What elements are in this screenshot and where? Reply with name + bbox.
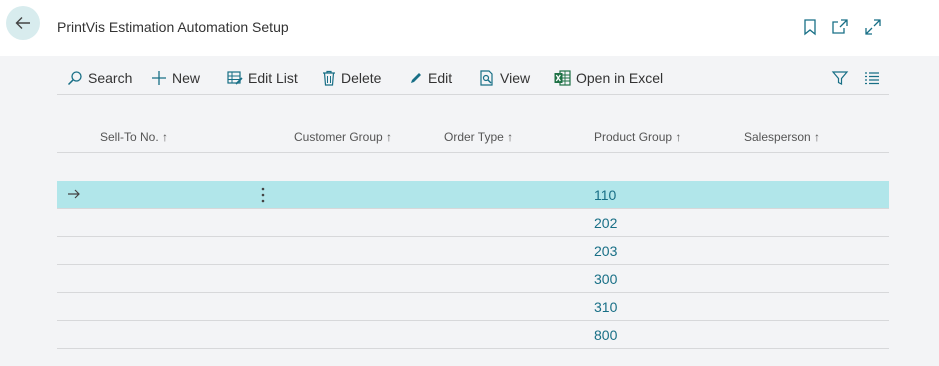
product-group-cell[interactable]: 300	[594, 271, 617, 287]
plus-icon	[152, 71, 166, 85]
edit-button[interactable]: Edit	[409, 68, 452, 88]
edit-list-icon	[227, 71, 243, 85]
excel-icon	[554, 70, 571, 86]
edit-label: Edit	[428, 70, 453, 86]
search-icon	[67, 71, 82, 86]
product-group-cell[interactable]: 202	[594, 215, 617, 231]
row-arrow-icon	[68, 189, 80, 199]
back-button[interactable]	[6, 6, 40, 40]
edit-list-button[interactable]: Edit List	[227, 68, 298, 88]
grid-body: 110 202 203 300 310 800	[57, 181, 889, 349]
trash-icon	[323, 70, 335, 86]
filter-icon[interactable]	[831, 69, 849, 87]
table-row[interactable]: 202	[57, 209, 889, 237]
open-new-window-icon[interactable]	[831, 18, 849, 36]
grid-header: Sell-To No. ↑ Customer Group ↑ Order Typ…	[57, 122, 889, 153]
back-arrow-icon	[15, 17, 30, 29]
view-label: View	[500, 70, 531, 86]
column-header-sell-to-no[interactable]: Sell-To No. ↑	[100, 130, 168, 144]
page-header: PrintVis Estimation Automation Setup	[0, 0, 939, 56]
page-title: PrintVis Estimation Automation Setup	[57, 19, 289, 35]
more-vertical-icon[interactable]	[260, 187, 266, 203]
product-group-cell[interactable]: 203	[594, 243, 617, 259]
search-button[interactable]: Search	[67, 68, 132, 88]
product-group-cell[interactable]: 110	[594, 187, 616, 203]
table-row[interactable]: 800	[57, 321, 889, 349]
product-group-cell[interactable]: 800	[594, 327, 617, 343]
table-row[interactable]: 310	[57, 293, 889, 321]
new-label: New	[172, 70, 201, 86]
bookmark-icon[interactable]	[801, 18, 819, 36]
delete-label: Delete	[341, 70, 382, 86]
column-header-order-type[interactable]: Order Type ↑	[444, 130, 513, 144]
delete-button[interactable]: Delete	[322, 68, 381, 88]
column-header-customer-group[interactable]: Customer Group ↑	[294, 130, 392, 144]
table-row[interactable]: 203	[57, 237, 889, 265]
open-in-excel-label: Open in Excel	[576, 70, 664, 86]
view-button[interactable]: View	[479, 68, 530, 88]
pencil-icon	[411, 73, 421, 83]
column-header-salesperson[interactable]: Salesperson ↑	[744, 130, 820, 144]
edit-list-label: Edit List	[248, 70, 298, 86]
expand-icon[interactable]	[864, 18, 882, 36]
open-in-excel-button[interactable]: Open in Excel	[554, 68, 663, 88]
column-header-product-group[interactable]: Product Group ↑	[594, 130, 681, 144]
new-button[interactable]: New	[151, 68, 200, 88]
action-bar: Search New Edit List Delete Edit View Op…	[57, 62, 889, 95]
view-icon	[480, 70, 493, 86]
search-label: Search	[88, 70, 133, 86]
product-group-cell[interactable]: 310	[594, 299, 617, 315]
table-row[interactable]: 110	[57, 181, 889, 209]
list-icon[interactable]	[863, 69, 881, 87]
table-row[interactable]: 300	[57, 265, 889, 293]
